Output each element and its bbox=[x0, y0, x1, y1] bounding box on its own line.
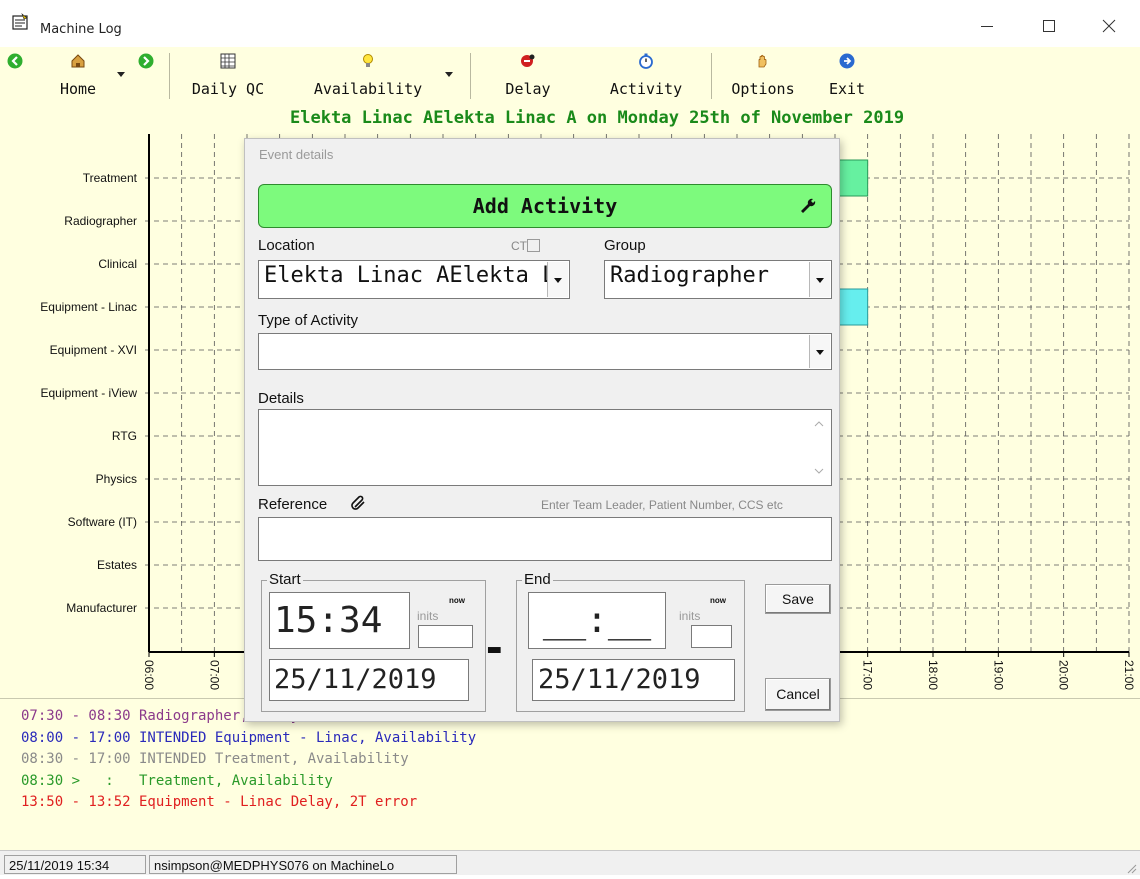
scroll-up-icon[interactable] bbox=[813, 418, 825, 430]
app-icon bbox=[12, 13, 30, 31]
delay-button[interactable]: Delay bbox=[493, 47, 563, 105]
range-dash: - bbox=[486, 618, 503, 674]
row-label: Clinical bbox=[98, 257, 137, 271]
time-tick-label: 06:00 bbox=[142, 660, 156, 690]
start-date-input[interactable]: 25/11/2019 bbox=[269, 659, 469, 701]
group-dropdown-icon[interactable] bbox=[809, 262, 830, 297]
scroll-down-icon[interactable] bbox=[813, 465, 825, 477]
home-button[interactable]: Home bbox=[55, 47, 101, 105]
type-of-activity-label: Type of Activity bbox=[258, 312, 359, 329]
forward-arrow-icon bbox=[138, 53, 154, 69]
reference-label: Reference bbox=[258, 496, 328, 513]
minimize-button[interactable] bbox=[975, 14, 999, 38]
end-time-input[interactable]: __:__ bbox=[528, 592, 666, 649]
add-activity-button[interactable]: Add Activity bbox=[258, 184, 832, 228]
log-entry[interactable]: 08:00 - 17:00 INTENDED Equipment - Linac… bbox=[21, 730, 476, 746]
status-datetime: 25/11/2019 15:34 bbox=[4, 855, 146, 874]
group-label: Group bbox=[604, 237, 646, 254]
row-label: Manufacturer bbox=[66, 601, 137, 615]
row-label: RTG bbox=[112, 429, 137, 443]
time-tick-label: 21:00 bbox=[1122, 660, 1136, 690]
start-time-input[interactable]: 15:34 bbox=[269, 592, 410, 649]
row-label: Radiographer bbox=[64, 214, 137, 228]
options-hand-icon bbox=[758, 54, 767, 68]
toolbar-separator bbox=[169, 53, 170, 99]
row-label: Equipment - iView bbox=[41, 386, 138, 400]
start-label: Start bbox=[267, 571, 303, 588]
wrench-icon bbox=[801, 198, 816, 213]
row-label: Treatment bbox=[83, 171, 138, 185]
exit-button[interactable]: Exit bbox=[820, 47, 874, 105]
ct-label: CT bbox=[511, 239, 527, 253]
type-dropdown-icon[interactable] bbox=[809, 335, 830, 368]
start-group: Start 15:34 now inits 25/11/2019 bbox=[261, 571, 486, 712]
location-dropdown-icon[interactable] bbox=[547, 262, 568, 297]
window-title: Machine Log bbox=[40, 22, 122, 37]
details-label: Details bbox=[258, 390, 304, 407]
reference-hint: Enter Team Leader, Patient Number, CCS e… bbox=[541, 498, 783, 512]
end-group: End __:__ now inits 25/11/2019 bbox=[516, 571, 745, 712]
start-inits-input[interactable] bbox=[418, 625, 473, 648]
event-details-dialog: Event details Add Activity Location CT E… bbox=[244, 138, 840, 722]
log-entry[interactable]: 13:50 - 13:52 Equipment - Linac Delay, 2… bbox=[21, 794, 417, 810]
reference-input[interactable] bbox=[258, 517, 832, 561]
end-now-button[interactable]: now bbox=[710, 596, 726, 605]
back-button[interactable] bbox=[4, 47, 26, 105]
toolbar-separator bbox=[470, 53, 471, 99]
group-select[interactable]: Radiographer bbox=[604, 260, 832, 299]
title-bar: Machine Log bbox=[0, 0, 1140, 47]
chart-title: Elekta Linac AElekta Linac A on Monday 2… bbox=[290, 108, 905, 128]
toolbar: Home Daily QC Availability Delay Activit… bbox=[0, 47, 1140, 105]
row-label: Estates bbox=[97, 558, 137, 572]
lightbulb-icon bbox=[363, 54, 373, 67]
dialog-title: Event details bbox=[259, 147, 334, 162]
exit-icon bbox=[839, 53, 855, 69]
paperclip-icon[interactable] bbox=[350, 494, 368, 512]
resize-grip-icon[interactable] bbox=[1125, 861, 1137, 874]
back-arrow-icon bbox=[7, 53, 23, 69]
save-button[interactable]: Save bbox=[765, 584, 831, 614]
activity-button[interactable]: Activity bbox=[598, 47, 694, 105]
type-of-activity-select[interactable] bbox=[258, 333, 832, 370]
add-activity-heading: Add Activity bbox=[472, 194, 618, 218]
row-label: Equipment - XVI bbox=[50, 343, 137, 357]
start-inits-label: inits bbox=[417, 609, 439, 623]
time-tick-label: 17:00 bbox=[861, 660, 875, 690]
cancel-button[interactable]: Cancel bbox=[765, 678, 831, 711]
close-button[interactable] bbox=[1097, 14, 1121, 38]
row-label: Software (IT) bbox=[68, 515, 137, 529]
status-user: nsimpson@MEDPHYS076 on MachineLo bbox=[149, 855, 457, 874]
location-select[interactable]: Elekta Linac AElekta Linac A bbox=[258, 260, 570, 299]
time-tick-label: 18:00 bbox=[926, 660, 940, 690]
time-tick-label: 07:00 bbox=[207, 660, 221, 690]
row-label: Equipment - Linac bbox=[40, 300, 137, 314]
start-now-button[interactable]: now bbox=[449, 596, 465, 605]
log-entry[interactable]: 08:30 - 17:00 INTENDED Treatment, Availa… bbox=[21, 751, 409, 767]
availability-dropdown-arrow[interactable] bbox=[445, 72, 453, 77]
time-tick-label: 19:00 bbox=[991, 660, 1005, 690]
stopwatch-icon bbox=[639, 53, 653, 69]
end-date-input[interactable]: 25/11/2019 bbox=[532, 659, 735, 701]
daily-qc-button[interactable]: Daily QC bbox=[187, 47, 269, 105]
maximize-button[interactable] bbox=[1037, 14, 1061, 38]
details-textarea[interactable] bbox=[258, 409, 832, 486]
home-dropdown-arrow[interactable] bbox=[117, 72, 125, 77]
delay-icon bbox=[521, 54, 535, 67]
log-entry[interactable]: 08:30 > : Treatment, Availability bbox=[21, 773, 333, 789]
location-label: Location bbox=[258, 237, 315, 254]
availability-button[interactable]: Availability bbox=[298, 47, 438, 105]
forward-button[interactable] bbox=[135, 47, 157, 105]
toolbar-separator bbox=[711, 53, 712, 99]
end-label: End bbox=[522, 571, 553, 588]
calendar-grid-icon bbox=[220, 53, 236, 69]
ct-checkbox[interactable] bbox=[527, 239, 540, 252]
options-button[interactable]: Options bbox=[723, 47, 803, 105]
home-icon bbox=[71, 54, 85, 68]
end-inits-input[interactable] bbox=[691, 625, 732, 648]
end-inits-label: inits bbox=[679, 609, 701, 623]
row-label: Physics bbox=[96, 472, 137, 486]
time-tick-label: 20:00 bbox=[1057, 660, 1071, 690]
status-bar: 25/11/2019 15:34 nsimpson@MEDPHYS076 on … bbox=[0, 850, 1140, 875]
